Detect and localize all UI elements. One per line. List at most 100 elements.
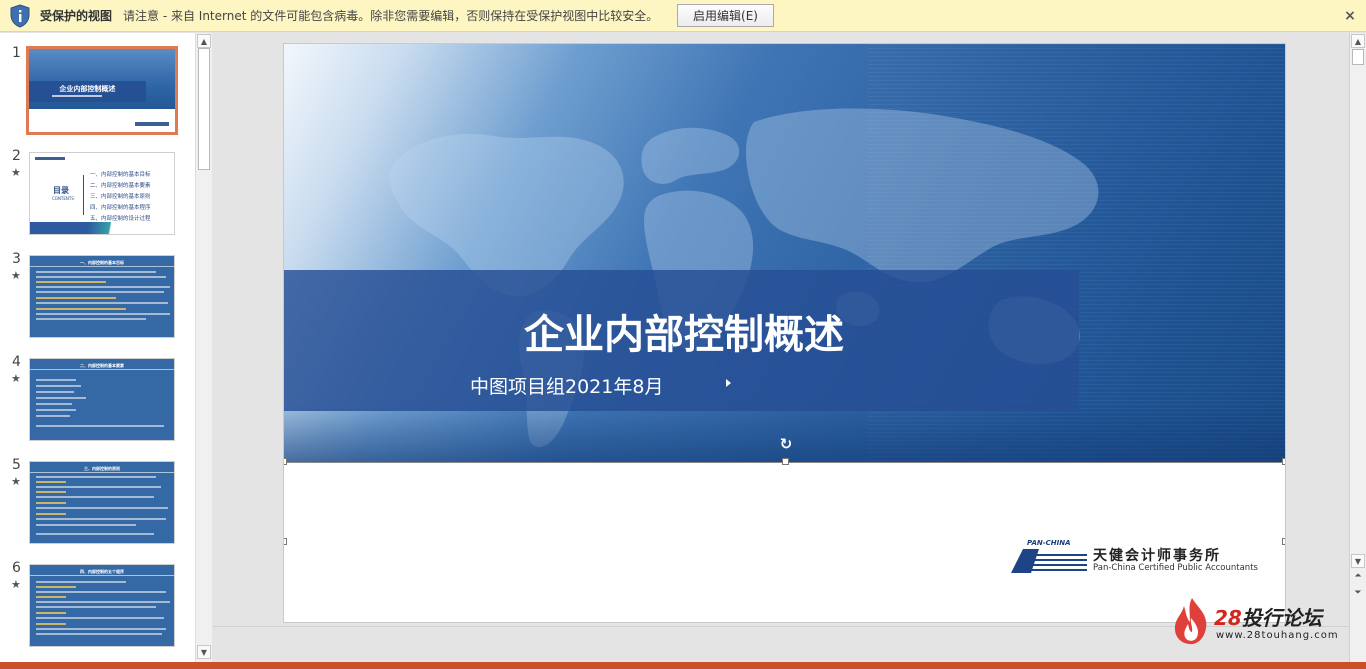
rotate-handle-icon[interactable]: ↻ <box>778 436 794 452</box>
enable-editing-button[interactable]: 启用编辑(E) <box>677 4 774 27</box>
watermark-number: 28 <box>1214 606 1242 630</box>
thumb-number: 2 <box>12 148 21 164</box>
protected-view-title: 受保护的视图 <box>40 9 113 23</box>
thumb-text-line <box>36 502 66 504</box>
scroll-thumb[interactable] <box>1352 49 1364 65</box>
logo-english-name: Pan-China Certified Public Accountants <box>1093 563 1258 573</box>
thumb-text-line <box>36 586 76 588</box>
thumb-text-line <box>36 415 70 417</box>
thumb-text-line <box>36 291 164 293</box>
resize-handle[interactable] <box>284 538 287 545</box>
slide-thumbnail-5[interactable]: 三、内部控制的原则 <box>29 461 175 544</box>
thumb-background: 四、内部控制的五个程序 <box>30 565 174 646</box>
thumb-text-line <box>36 596 66 598</box>
thumb-text-line <box>36 612 66 614</box>
scroll-up-icon[interactable]: ▲ <box>197 34 211 48</box>
thumb-text-line <box>36 297 116 299</box>
thumb-text-line <box>36 476 156 478</box>
slide-thumbnail-6[interactable]: 四、内部控制的五个程序 <box>29 564 175 647</box>
animation-star-icon: ★ <box>11 166 21 179</box>
thumb-title: 目录 <box>53 186 69 195</box>
slide-scrollbar[interactable]: ▲ ▼ ⏶ ⏷ <box>1349 33 1366 662</box>
logo-chinese-name: 天健会计师事务所 <box>1093 548 1221 564</box>
watermark-title: 28投行论坛 <box>1214 602 1322 631</box>
shield-icon <box>10 3 30 28</box>
slide-thumbnail-2[interactable]: 目录 CONTENTS 一、内部控制的基本目标 二、内部控制的基本要素 三、内部… <box>29 152 175 235</box>
list-item: 一、内部控制的基本目标 <box>90 172 151 178</box>
powerpoint-window: 受保护的视图 请注意 - 来自 Internet 的文件可能包含病毒。除非您需要… <box>0 0 1366 669</box>
thumb-subtitle-line <box>52 95 103 98</box>
scroll-down-icon[interactable]: ▼ <box>197 645 211 659</box>
list-item: 四、内部控制的基本程序 <box>90 205 151 211</box>
thumb-text-line <box>36 271 156 273</box>
thumb-subtitle: CONTENTS <box>52 196 74 201</box>
thumb-number: 6 <box>12 560 21 576</box>
thumb-text-line <box>36 425 164 427</box>
thumb-text-line <box>36 633 162 635</box>
thumb-text-line <box>36 403 72 405</box>
thumb-number: 5 <box>12 457 21 473</box>
flame-logo-icon <box>1174 598 1207 645</box>
thumb-text-line <box>36 385 81 387</box>
thumb-logo <box>135 122 169 126</box>
thumb-footer <box>30 222 174 234</box>
previous-slide-icon[interactable]: ⏶ <box>1351 571 1365 581</box>
resize-handle[interactable] <box>1282 538 1285 545</box>
thumb-number: 4 <box>12 354 21 370</box>
thumb-text-line <box>36 623 66 625</box>
thumb-text-line <box>36 308 126 310</box>
animation-star-icon: ★ <box>11 372 21 385</box>
resize-handle[interactable] <box>1282 458 1285 465</box>
thumb-text-line <box>36 286 170 288</box>
thumb-text-line <box>36 276 166 278</box>
resize-handle[interactable] <box>284 458 287 465</box>
thumb-text-line <box>36 486 161 488</box>
slide-title[interactable]: 企业内部控制概述 <box>284 302 1079 360</box>
thumb-text-line <box>36 591 166 593</box>
thumb-text-line <box>36 601 170 603</box>
thumb-text-line <box>36 581 126 583</box>
thumb-text-line <box>36 409 76 411</box>
watermark-url: www.28touhang.com <box>1216 630 1339 641</box>
thumb-text-line <box>36 391 74 393</box>
thumb-divider <box>30 575 174 576</box>
protected-view-message: 请注意 - 来自 Internet 的文件可能包含病毒。除非您需要编辑，否则保持… <box>123 9 659 23</box>
thumb-text-line <box>36 507 168 509</box>
slide-hero-image: 企业内部控制概述 中图项目组2021年8月 ↻ <box>284 44 1285 462</box>
thumb-text-line <box>36 302 168 304</box>
thumb-text-line <box>36 318 146 320</box>
slide-thumbnails-pane: 1 企业内部控制概述 2 ★ 目录 CONTENTS 一、内部控制的基本目标 二… <box>0 33 212 662</box>
mouse-cursor-icon <box>726 379 731 387</box>
slide-editing-area: 企业内部控制概述 中图项目组2021年8月 ↻ PAN-CHINA 天健会计师事… <box>213 33 1349 626</box>
thumb-text-line <box>36 397 86 399</box>
company-logo: PAN-CHINA 天健会计师事务所 Pan-China Certified P… <box>1009 539 1269 575</box>
current-slide[interactable]: 企业内部控制概述 中图项目组2021年8月 ↻ PAN-CHINA 天健会计师事… <box>283 43 1286 623</box>
close-icon[interactable]: × <box>1340 6 1360 26</box>
animation-star-icon: ★ <box>11 269 21 282</box>
thumb-divider <box>30 266 174 267</box>
animation-star-icon: ★ <box>11 578 21 591</box>
slide-thumbnail-4[interactable]: 二、内部控制的基本要素 <box>29 358 175 441</box>
next-slide-icon[interactable]: ⏷ <box>1351 588 1365 598</box>
thumb-text-line <box>36 617 164 619</box>
resize-handle[interactable] <box>782 458 789 465</box>
scroll-thumb[interactable] <box>198 48 210 170</box>
thumb-divider <box>30 369 174 370</box>
thumb-text-line <box>36 524 136 526</box>
scroll-up-icon[interactable]: ▲ <box>1351 34 1365 48</box>
thumb-logo <box>35 157 65 160</box>
status-bar <box>0 662 1366 669</box>
thumb-number: 3 <box>12 251 21 267</box>
slide-thumbnail-3[interactable]: 一、内部控制的基本目标 <box>29 255 175 338</box>
thumb-title: 企业内部控制概述 <box>59 84 116 93</box>
scroll-down-icon[interactable]: ▼ <box>1351 554 1365 568</box>
thumbnails-scrollbar[interactable]: ▲ ▼ <box>195 33 212 662</box>
thumb-number: 1 <box>12 45 21 61</box>
watermark: 28投行论坛 www.28touhang.com <box>1170 594 1350 650</box>
pan-china-logo-icon <box>1011 549 1087 573</box>
slide-subtitle[interactable]: 中图项目组2021年8月 <box>470 372 663 399</box>
thumb-text-line <box>36 496 154 498</box>
thumb-text-line <box>36 379 76 381</box>
slide-thumbnail-1[interactable]: 企业内部控制概述 <box>26 46 178 135</box>
thumb-text-line <box>36 513 66 515</box>
